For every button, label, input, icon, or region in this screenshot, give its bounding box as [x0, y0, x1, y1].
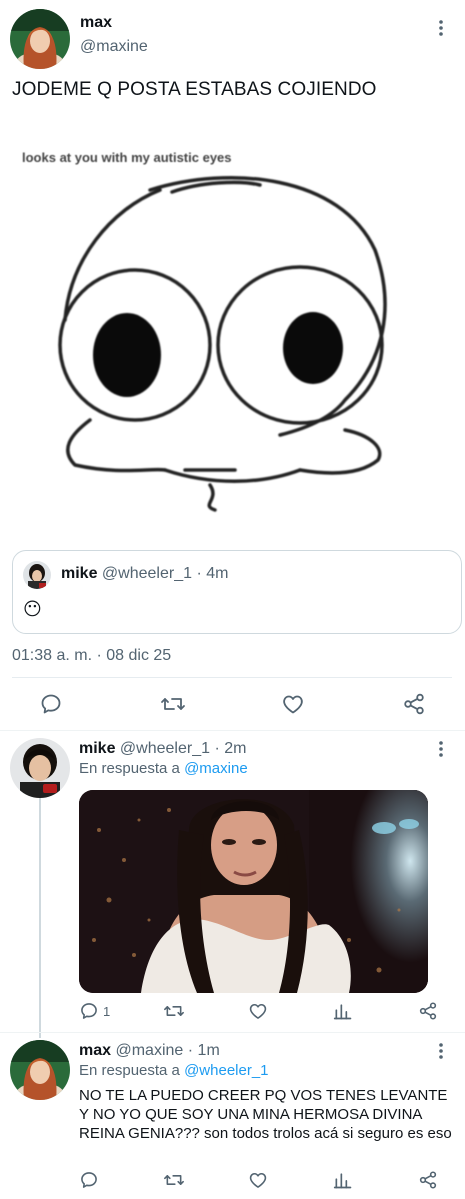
reply-author-name[interactable]: max — [79, 1042, 111, 1059]
quote-avatar — [23, 561, 51, 589]
quote-author-handle: @wheeler_1 — [101, 565, 192, 582]
retweet-button[interactable] — [163, 1170, 185, 1190]
replying-to-prefix: En respuesta a — [79, 1062, 180, 1079]
author-handle[interactable]: @maxine — [80, 38, 148, 56]
more-options-button[interactable] — [431, 1039, 451, 1063]
like-button[interactable] — [281, 692, 305, 716]
analytics-button[interactable] — [333, 1170, 353, 1190]
reply-icon — [81, 1003, 97, 1019]
reply-separator: · — [187, 1042, 194, 1059]
like-button[interactable] — [248, 1170, 268, 1190]
reply-time[interactable]: 2m — [224, 740, 246, 757]
tweet-text: JODEME Q POSTA ESTABAS COJIENDO — [12, 79, 377, 100]
reply-button[interactable] — [39, 692, 63, 716]
reply-image[interactable] — [79, 790, 428, 993]
share-icon — [419, 1171, 437, 1189]
reply-separator: · — [214, 740, 220, 757]
reply-author-handle[interactable]: @maxine — [115, 1042, 183, 1059]
reply-time[interactable]: 1m — [198, 1042, 220, 1059]
divider — [12, 677, 452, 678]
reply-count: 1 — [103, 1003, 111, 1019]
quote-author-name: mike — [61, 565, 98, 582]
reply-icon — [41, 694, 61, 714]
analytics-button[interactable] — [333, 1001, 353, 1021]
share-icon — [404, 693, 424, 715]
tweet-text: NO TE LA PUEDO CREER PQ VOS TENES LEVANT… — [79, 1087, 452, 1142]
analytics-icon — [333, 1004, 352, 1020]
quote-time: 4m — [206, 565, 229, 582]
avatar[interactable] — [10, 1040, 70, 1100]
tweet-timestamp[interactable]: 01:38 a. m. · 08 dic 25 — [12, 647, 171, 665]
retweet-button[interactable] — [160, 692, 186, 716]
divider — [0, 730, 465, 731]
retweet-icon — [161, 698, 185, 710]
quote-separator: · — [196, 565, 202, 582]
share-button[interactable] — [418, 1170, 438, 1190]
share-icon — [419, 1002, 437, 1020]
heart-icon — [249, 1172, 267, 1188]
reply-icon — [81, 1172, 97, 1188]
reply-button[interactable] — [79, 1170, 99, 1190]
heart-icon — [249, 1003, 267, 1019]
gif-image — [79, 790, 428, 993]
more-options-button[interactable] — [431, 16, 451, 40]
more-vertical-icon — [439, 20, 443, 36]
tweet-image[interactable]: looks at you with my autistic eyes — [0, 130, 465, 530]
avatar[interactable] — [10, 738, 70, 798]
meme-drawing — [58, 176, 387, 512]
share-button[interactable] — [418, 1001, 438, 1021]
retweet-icon — [164, 1006, 184, 1016]
replying-to-link[interactable]: @wheeler_1 — [184, 1062, 268, 1079]
reply-button[interactable]: 1 — [79, 1001, 110, 1021]
retweet-icon — [164, 1175, 184, 1185]
like-button[interactable] — [248, 1001, 268, 1021]
more-vertical-icon — [439, 741, 443, 757]
quote-emoji: 😶 — [23, 599, 42, 619]
quoted-tweet[interactable]: mike @wheeler_1 · 4m 😶 — [12, 550, 462, 634]
more-vertical-icon — [439, 1043, 443, 1059]
reply-author-name[interactable]: mike — [79, 740, 115, 757]
heart-icon — [283, 695, 303, 714]
divider — [0, 1032, 465, 1033]
reply-author-handle[interactable]: @wheeler_1 — [120, 740, 210, 757]
avatar[interactable] — [10, 9, 70, 69]
retweet-button[interactable] — [163, 1001, 185, 1021]
replying-to-link[interactable]: @maxine — [184, 760, 248, 777]
share-button[interactable] — [402, 692, 426, 716]
more-options-button[interactable] — [431, 737, 451, 761]
thread-line — [39, 798, 41, 1038]
author-name[interactable]: max — [80, 14, 112, 32]
replying-to-prefix: En respuesta a — [79, 760, 180, 777]
analytics-icon — [333, 1173, 352, 1189]
